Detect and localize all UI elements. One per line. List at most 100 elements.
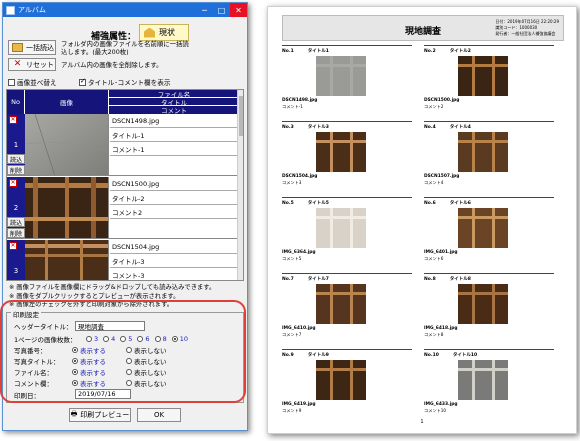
photo-header: No.2 タイトル2 <box>424 48 471 54</box>
per-page-radio-6[interactable] <box>137 336 144 342</box>
photo-number: No.8 <box>424 277 436 282</box>
property-value-button[interactable]: 現状 <box>139 24 189 41</box>
show-title-comment-option[interactable]: タイトル･コメント欄を表示 <box>79 77 170 87</box>
survey-photo-image <box>458 284 508 324</box>
row-title[interactable]: タイトル-1 <box>110 128 239 142</box>
row-comment[interactable]: コメント-3 <box>110 268 239 280</box>
comment-show-radio[interactable] <box>72 380 78 386</box>
comment-hide-radio[interactable] <box>126 380 132 386</box>
document-photo-cell: No.9 タイトル9 IMG_6419.jpg コメント9 <box>282 349 412 419</box>
per-page-option-10: 10 <box>179 335 188 343</box>
photo-header: No.9 タイトル9 <box>282 352 329 358</box>
per-page-radio-4[interactable] <box>103 336 110 342</box>
row-filename[interactable]: DSCN1504.jpg <box>110 240 239 254</box>
document-photo <box>458 360 508 400</box>
photo-filename: DSCN1500.jpg <box>424 98 460 103</box>
grid-scrollbar[interactable] <box>237 90 243 280</box>
row-comment[interactable]: コメント2 <box>110 205 239 219</box>
photo-title-hide-radio[interactable] <box>126 358 132 364</box>
photo-number: No.4 <box>424 125 436 130</box>
document-photo-cell: No.4 タイトル4 DSCN1507.jpg コメント4 <box>424 121 554 191</box>
photo-title-hide-label: 表示しない <box>134 358 167 366</box>
minimize-button[interactable]: ─ <box>196 3 213 17</box>
scroll-thumb[interactable] <box>239 96 243 136</box>
survey-photo-image <box>316 132 366 172</box>
table-row: 2 ✕ 読込 削除 DSCN1500.jpg タイトル-2 コメント2 <box>7 177 239 239</box>
row-photo[interactable] <box>25 114 109 175</box>
photo-title-show-radio[interactable] <box>72 358 78 364</box>
header-no: No <box>7 90 25 114</box>
print-preview-button[interactable]: 🖶 印刷プレビュー <box>69 408 131 422</box>
filename-hide-radio[interactable] <box>126 369 132 375</box>
document-photo <box>458 56 508 96</box>
bulk-load-note: フォルダ内の画像ファイルを名前順に一括読込します。(最大200枚) <box>61 40 189 56</box>
row-photo[interactable] <box>25 240 109 280</box>
photo-number-hide-radio[interactable] <box>126 347 132 353</box>
exclude-checkbox[interactable]: ✕ <box>9 179 17 187</box>
print-date-input[interactable]: 2019/07/16 <box>75 389 131 399</box>
photo-number-row: 写真番号： 表示する 表示しない <box>14 345 167 355</box>
print-date-label: 印刷日： <box>14 392 40 400</box>
reset-button[interactable]: ✕ リセット <box>8 58 56 71</box>
document-photo <box>458 132 508 172</box>
row-delete-button[interactable]: 削除 <box>7 165 25 175</box>
filename-show-radio[interactable] <box>72 369 78 375</box>
photo-filename: IMG_6410.jpg <box>282 326 316 331</box>
maximize-button[interactable]: □ <box>213 3 230 17</box>
ok-button[interactable]: OK <box>137 408 181 422</box>
document-photo-cell: No.8 タイトル8 IMG_6418.jpg コメント8 <box>424 273 554 343</box>
sort-images-checkbox[interactable] <box>8 78 15 86</box>
per-page-radio-8[interactable] <box>154 336 161 342</box>
per-page-radio-10[interactable] <box>171 336 178 342</box>
photo-number-label: 写真番号： <box>14 347 47 355</box>
photo-number: No.10 <box>424 353 439 358</box>
row-filename[interactable]: DSCN1498.jpg <box>110 114 239 128</box>
row-filename[interactable]: DSCN1500.jpg <box>110 177 239 191</box>
sort-images-option[interactable]: 画像並べ替え <box>8 77 57 87</box>
row-title[interactable]: タイトル-3 <box>110 254 239 268</box>
concrete-surface-image <box>25 114 108 175</box>
reset-note: アルバム内の画像を全削除します。 <box>61 61 163 69</box>
close-button[interactable]: ✕ <box>230 3 247 17</box>
document-photo-cell: No.1 タイトル1 DSCN1498.jpg コメント-1 <box>282 45 412 115</box>
exclude-checkbox[interactable]: ✕ <box>9 242 17 250</box>
row-delete-button[interactable]: 削除 <box>7 228 25 238</box>
row-photo[interactable] <box>25 177 109 238</box>
photo-number: No.6 <box>424 201 436 206</box>
show-title-comment-checkbox[interactable] <box>79 77 86 86</box>
document-photo <box>458 208 508 248</box>
document-photo-cell: No.2 タイトル2 DSCN1500.jpg コメント2 <box>424 45 554 115</box>
photo-comment: コメント4 <box>424 180 444 185</box>
folder-icon <box>12 43 23 52</box>
photo-comment: コメント7 <box>282 332 302 337</box>
comment-hide-label: 表示しない <box>134 380 167 388</box>
photo-filename: DSCN1507.jpg <box>424 174 460 179</box>
survey-photo-image <box>458 132 508 172</box>
photo-comment: コメント8 <box>424 332 444 337</box>
photo-comment: コメント9 <box>282 408 302 413</box>
per-page-option-4: 4 <box>111 335 116 343</box>
per-page-radio-5[interactable] <box>120 336 127 342</box>
photo-number: No.9 <box>282 353 294 358</box>
print-settings-legend: 印刷設定 <box>11 309 41 319</box>
row-comment[interactable]: コメント-1 <box>110 142 239 156</box>
album-grid: No 画像 ファイル名 タイトル コメント 1 ✕ 読込 削除 DSCN1498… <box>6 89 244 281</box>
photo-number: No.7 <box>282 277 294 282</box>
attic-wood-image <box>25 177 108 238</box>
photo-number-show-radio[interactable] <box>72 347 78 353</box>
photo-filename: IMG_6433.jpg <box>424 402 458 407</box>
survey-photo-image <box>458 56 508 96</box>
document-meta: 日付：2019年07月16日 22:20:29 識別コード：1000030 発行… <box>495 19 559 37</box>
row-title[interactable]: タイトル-2 <box>110 191 239 205</box>
photo-number-hide-label: 表示しない <box>134 347 167 355</box>
survey-photo-image <box>316 284 366 324</box>
per-page-radio-3[interactable] <box>86 336 92 342</box>
header-title-input[interactable]: 現地調査 <box>75 321 145 331</box>
document-photo <box>316 360 366 400</box>
exclude-checkbox[interactable]: ✕ <box>9 116 17 124</box>
survey-photo-image <box>316 56 366 96</box>
row-load-button[interactable]: 読込 <box>7 154 25 164</box>
row-load-button[interactable]: 読込 <box>7 217 25 227</box>
bulk-load-button[interactable]: 一括読込 <box>8 40 56 55</box>
photo-header: No.5 タイトル5 <box>282 200 329 206</box>
